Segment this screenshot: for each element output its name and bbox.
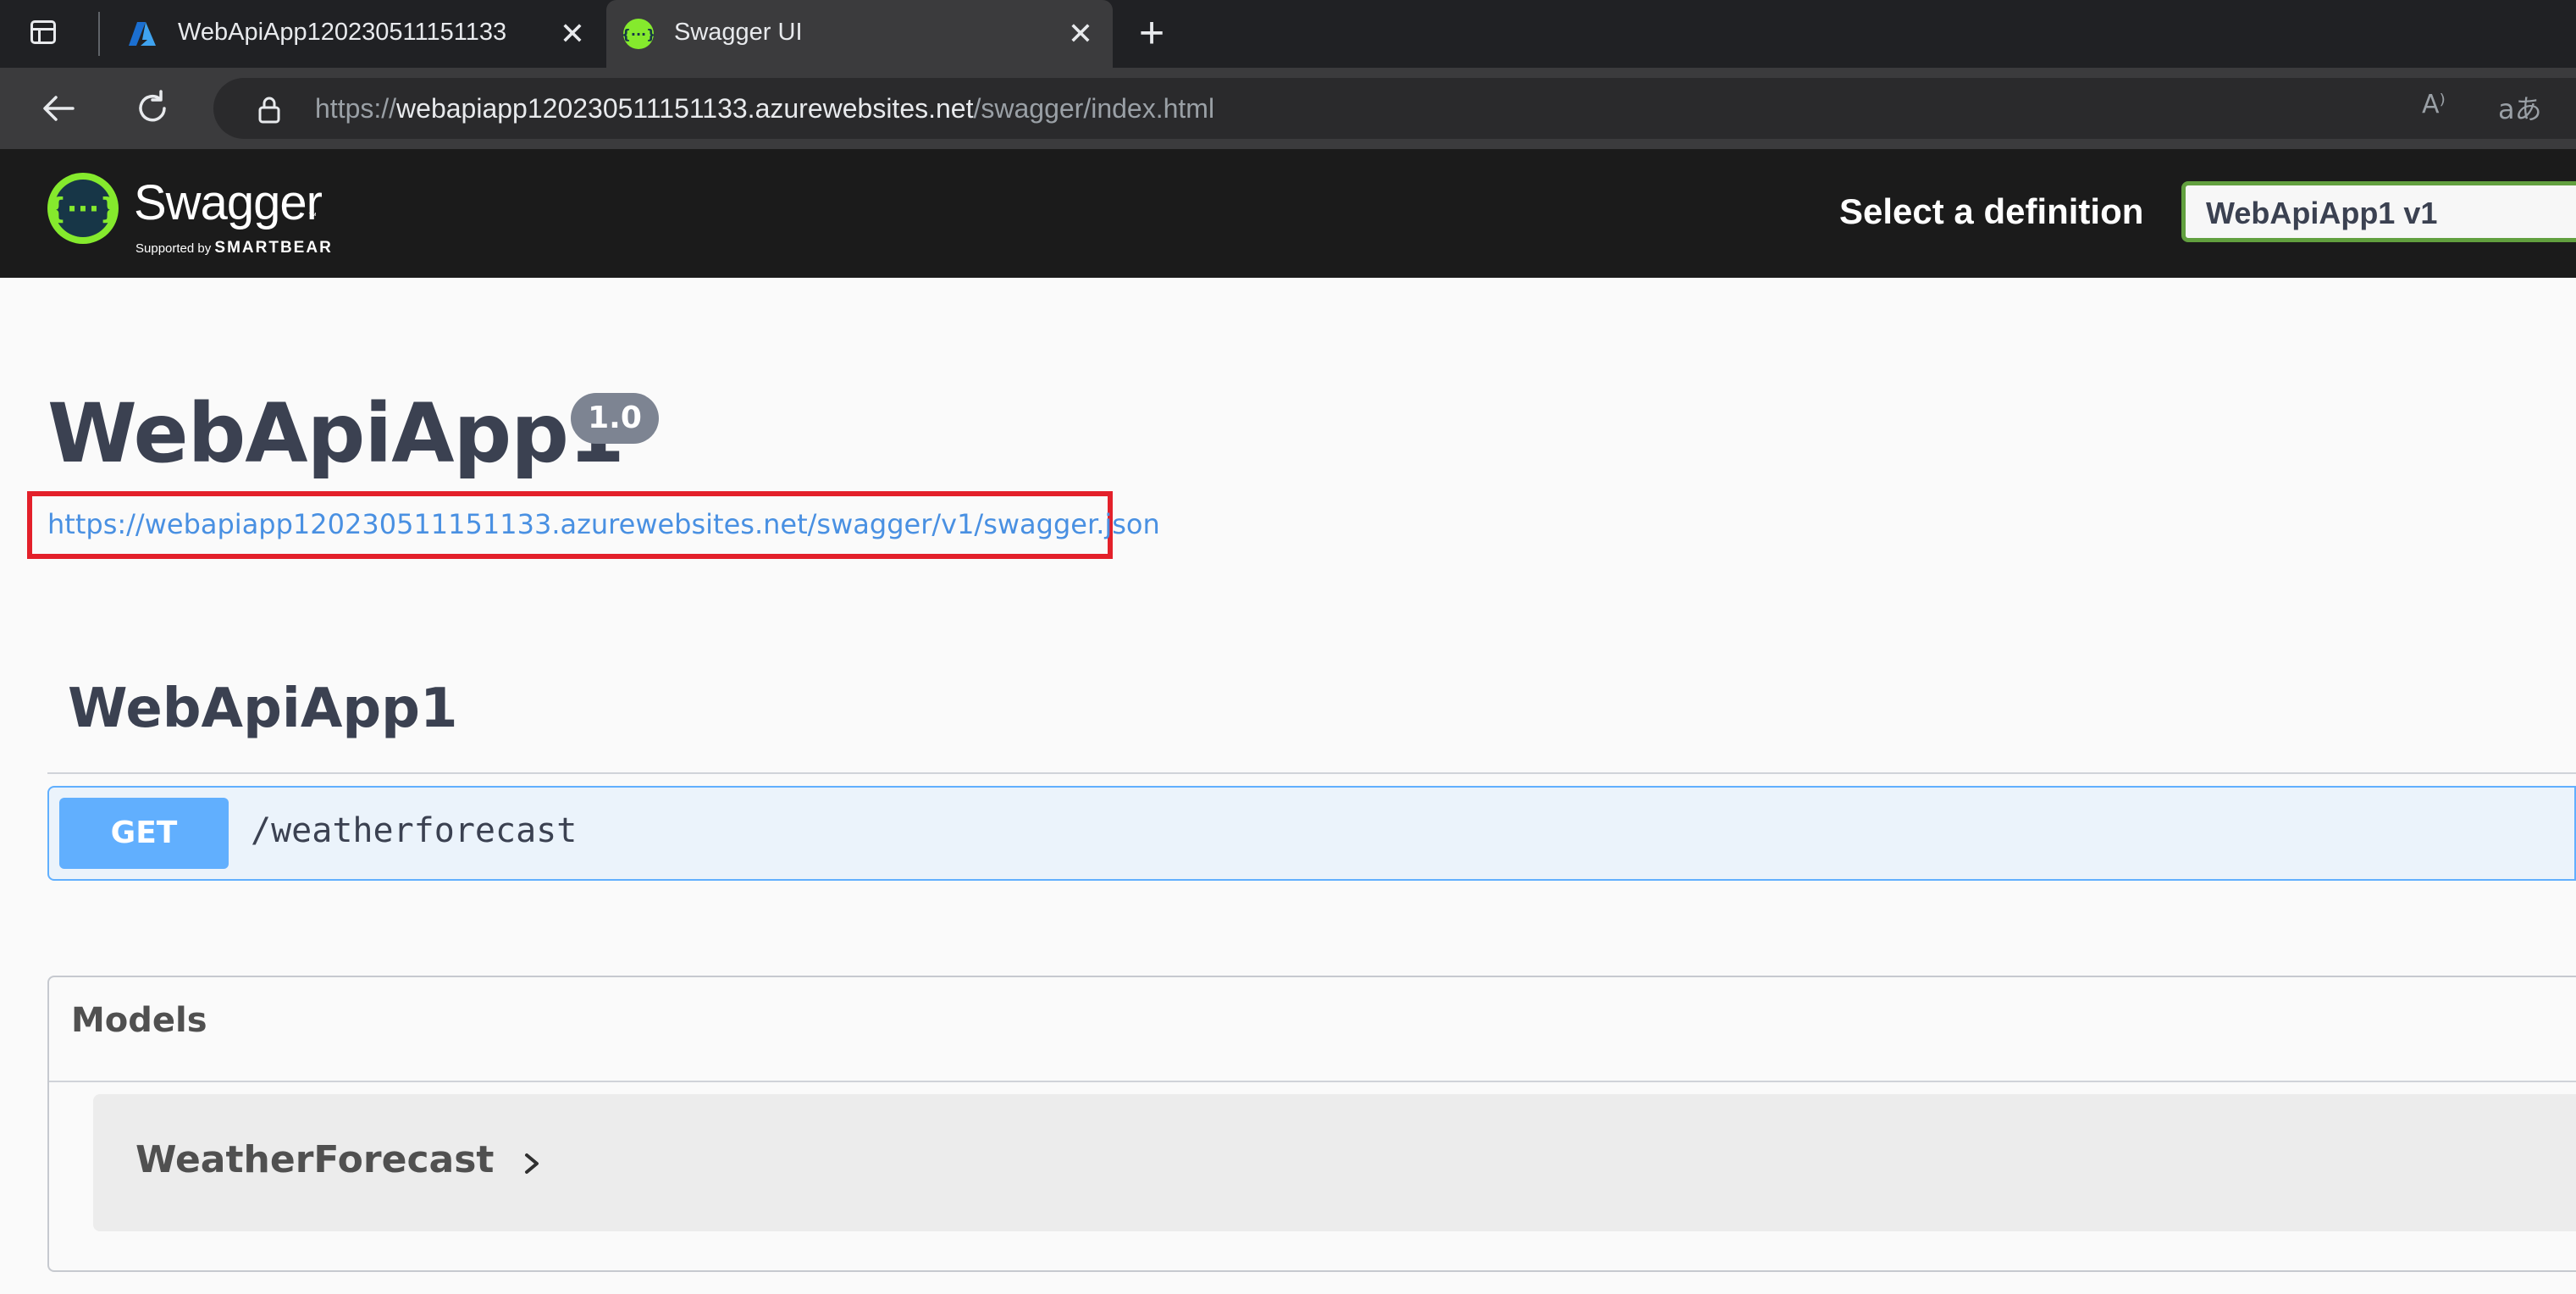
tab-title: Swagger UI: [674, 19, 803, 46]
url-text[interactable]: https://webapiapp120230511151133.azurewe…: [315, 93, 1214, 124]
translate-icon[interactable]: aあ: [2498, 88, 2542, 127]
browser-toolbar: https://webapiapp120230511151133.azurewe…: [0, 68, 2576, 149]
model-weatherforecast[interactable]: WeatherForecast: [93, 1094, 2576, 1231]
trademark: ™: [308, 212, 317, 221]
lock-icon[interactable]: [254, 95, 285, 125]
chevron-right-icon[interactable]: [515, 1147, 549, 1181]
url-scheme: https://: [315, 93, 397, 124]
smartbear-label: SMARTBEAR: [214, 239, 333, 257]
swagger-logo-icon[interactable]: {···}: [46, 171, 120, 246]
tab-swagger-ui[interactable]: {···} Swagger UI ✕: [606, 0, 1113, 68]
operation-tag-title[interactable]: WebApiApp1: [68, 677, 458, 740]
version-badge: 1.0: [571, 393, 659, 444]
model-name: WeatherForecast: [135, 1138, 495, 1181]
swagger-topbar: {···} Swagger ™ Supported by SMARTBEAR S…: [0, 149, 2576, 278]
browser-tab-strip: WebApiApp120230511151133 - Micr ✕ {···} …: [0, 0, 2576, 68]
definition-select[interactable]: WebApiApp1 v1: [2181, 181, 2576, 242]
tab-azure-portal[interactable]: WebApiApp120230511151133 - Micr ✕: [110, 0, 601, 68]
url-path: /swagger/index.html: [973, 93, 1215, 124]
models-section: Models WeatherForecast: [47, 976, 2576, 1272]
svg-text:{···}: {···}: [46, 192, 119, 226]
select-definition-label: Select a definition: [1839, 191, 2144, 231]
http-method-badge: GET: [59, 798, 229, 869]
reload-icon[interactable]: [130, 86, 174, 130]
address-bar[interactable]: https://webapiapp120230511151133.azurewe…: [213, 78, 2576, 139]
azure-icon: [129, 22, 156, 46]
swagger-icon: {···}: [622, 19, 655, 49]
supported-by-label: Supported by: [135, 241, 212, 256]
tab-separator: [98, 12, 100, 56]
read-aloud-icon[interactable]: A⁾: [2422, 90, 2446, 119]
models-divider: [49, 1081, 2576, 1082]
tag-divider: [47, 772, 2576, 774]
tab-title: WebApiApp120230511151133 - Micr: [178, 19, 510, 46]
supported-by: Supported by SMARTBEAR: [135, 239, 333, 257]
api-title: WebApiApp1: [47, 386, 625, 481]
models-title[interactable]: Models: [71, 1001, 207, 1040]
swagger-json-link[interactable]: https://webapiapp120230511151133.azurewe…: [47, 508, 1160, 540]
operation-path: /weatherforecast: [251, 811, 578, 850]
tab-actions-icon[interactable]: [27, 17, 61, 51]
definition-select-value: WebApiApp1 v1: [2206, 196, 2438, 230]
operation-get-weatherforecast[interactable]: GET /weatherforecast: [47, 786, 2576, 881]
svg-text:{···}: {···}: [622, 26, 655, 42]
close-tab-icon[interactable]: ✕: [557, 19, 588, 49]
back-arrow-icon[interactable]: [37, 86, 81, 130]
url-host: webapiapp120230511151133.azurewebsites.n…: [396, 93, 974, 124]
close-tab-icon[interactable]: ✕: [1065, 19, 1096, 49]
new-tab-button[interactable]: +: [1131, 11, 1172, 55]
swagger-brand: Swagger: [134, 175, 323, 230]
